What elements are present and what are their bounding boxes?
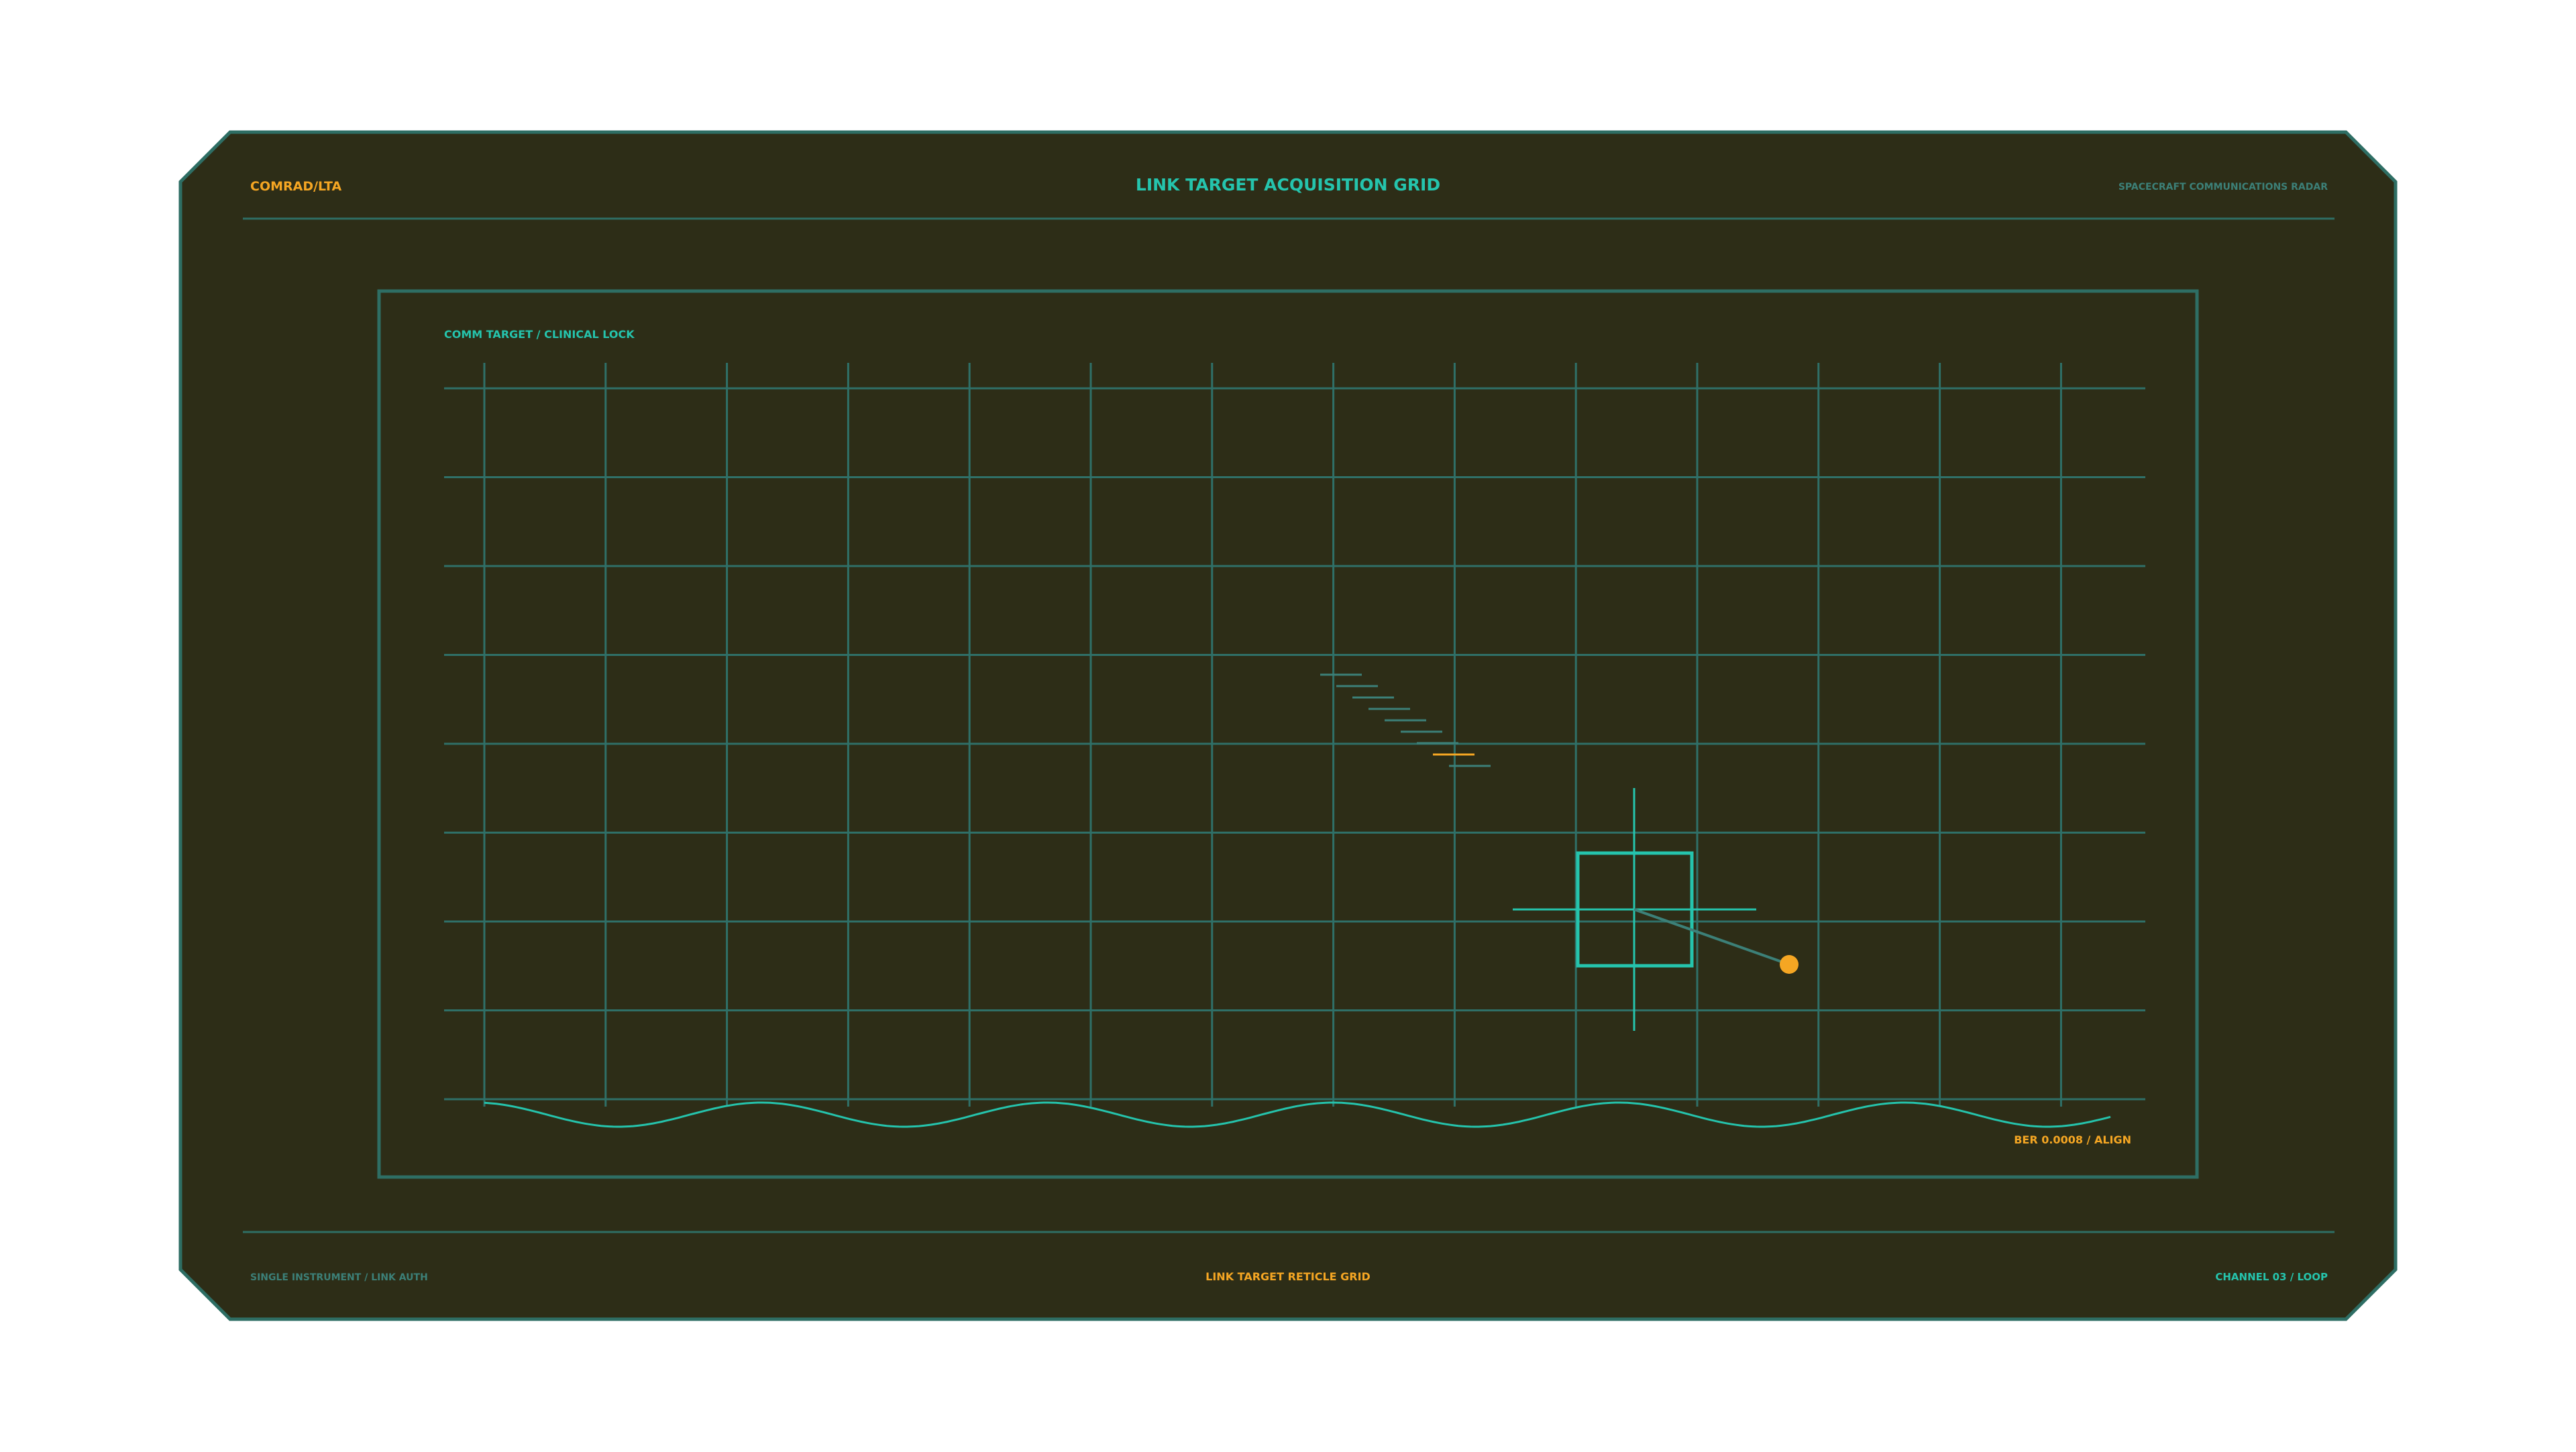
header-subtitle: SPACECRAFT COMMUNICATIONS RADAR [2118,182,2328,192]
instrument-display: COMRAD/LTA LINK TARGET ACQUISITION GRID … [178,130,2398,1321]
target-dot-icon[interactable] [1780,955,1799,974]
page-title: LINK TARGET ACQUISITION GRID [1136,175,1440,194]
footer-right-label: CHANNEL 03 / LOOP [2215,1271,2328,1283]
panel-label: COMM TARGET / CLINICAL LOCK [444,328,635,341]
header-code: COMRAD/LTA [250,179,341,194]
screen: COMRAD/LTA LINK TARGET ACQUISITION GRID … [0,0,2576,1449]
status-readout: BER 0.0008 / ALIGN [2014,1133,2131,1146]
footer-left-label: SINGLE INSTRUMENT / LINK AUTH [250,1272,428,1283]
footer-center-label: LINK TARGET RETICLE GRID [1205,1270,1371,1283]
